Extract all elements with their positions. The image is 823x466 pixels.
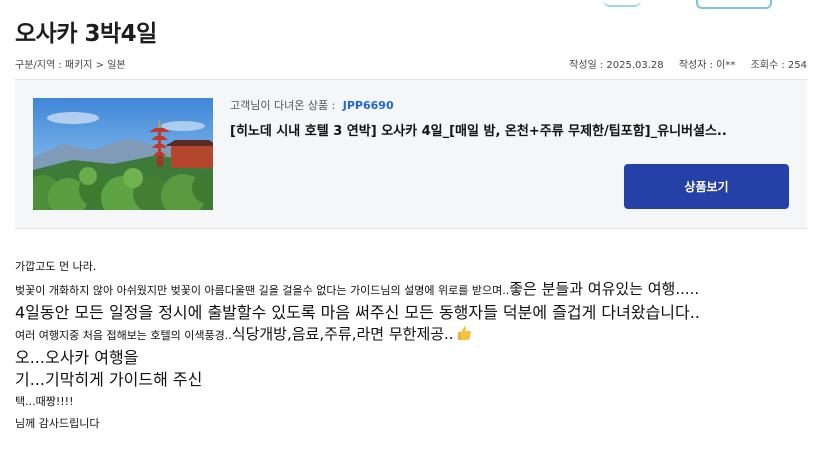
review-line: 님께 감사드립니다: [15, 417, 100, 430]
review-line: 택...때짱!!!!: [15, 395, 74, 408]
post-author: 작성자 : 이**: [678, 60, 736, 71]
review-line-small: 벚꽃이 개화하지 않아 아쉬웠지만 벚꽃이 아름다울땐 길을 걸을수 없다는 가…: [15, 284, 510, 297]
review-line-small: 여러 여행지중 처음 접해보는 호텔의 이색풍경..: [15, 329, 232, 342]
breadcrumb: 구분/지역 : 패키지 > 일본: [15, 60, 126, 71]
review-line-large: 좋은 분들과 여유있는 여행.....: [509, 280, 700, 298]
post-meta: 구분/지역 : 패키지 > 일본 작성일 : 2025.03.28 작성자 : …: [15, 56, 807, 71]
review-line-large: 식당개방,음료,주류,라면 무한제공..: [231, 325, 454, 343]
product-image[interactable]: [33, 98, 213, 210]
review-line: 오...오사카 여행을: [15, 348, 139, 367]
review-line: 여러 여행지중 처음 접해보는 호텔의 이색풍경..식당개방,음료,주류,라면 …: [15, 323, 807, 347]
header-decoration-left: [603, 0, 641, 7]
thumbs-up-icon: [457, 326, 471, 340]
product-card: 고객님이 다녀온 상품 : JPP6690 [히노데 시내 호텔 3 연박] 오…: [15, 79, 807, 229]
review-line: 가깝고도 먼 나라.: [15, 260, 97, 273]
product-name[interactable]: [히노데 시내 호텔 3 연박] 오사카 4일_[매일 밤, 온천+주류 무제한…: [230, 120, 790, 139]
product-label-text: 고객님이 다녀온 상품 :: [230, 99, 336, 112]
header-decoration-right: [696, 0, 772, 9]
post-info: 작성일 : 2025.03.28 작성자 : 이** 조회수 : 254: [557, 56, 807, 71]
product-label: 고객님이 다녀온 상품 : JPP6690: [230, 97, 394, 113]
kiyomizu-pagoda-photo: [33, 98, 213, 210]
review-body: 가깝고도 먼 나라. 벚꽃이 개화하지 않아 아쉬웠지만 벚꽃이 아름다울땐 길…: [15, 256, 807, 435]
product-code[interactable]: JPP6690: [343, 99, 394, 112]
view-product-button[interactable]: 상품보기: [624, 164, 789, 209]
review-line: 벚꽃이 개화하지 않아 아쉬웠지만 벚꽃이 아름다울땐 길을 걸을수 없다는 가…: [15, 278, 807, 302]
post-date: 작성일 : 2025.03.28: [569, 60, 664, 71]
review-line: 기...기막히게 가이드해 주신: [15, 370, 203, 389]
page-title: 오사카 3박4일: [15, 21, 157, 47]
post-views: 조회수 : 254: [750, 60, 807, 71]
review-line: 4일동안 모든 일정을 정시에 출발할수 있도록 마음 써주신 모든 동행자들 …: [15, 303, 700, 322]
